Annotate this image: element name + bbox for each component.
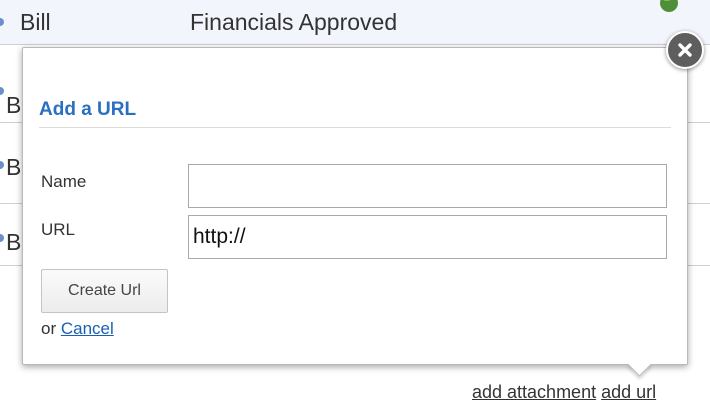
row-marker-icon xyxy=(0,18,4,26)
row-marker-icon xyxy=(0,234,4,242)
create-url-button[interactable]: Create Url xyxy=(41,269,168,313)
row-name-cell: B xyxy=(6,229,22,255)
dialog-title: Add a URL xyxy=(39,99,137,120)
cancel-row: or Cancel xyxy=(41,319,114,339)
cancel-link[interactable]: Cancel xyxy=(61,319,114,338)
name-label: Name xyxy=(41,172,87,191)
add-url-link[interactable]: add url xyxy=(601,382,656,402)
close-icon xyxy=(678,43,692,57)
row-name-cell: B xyxy=(6,92,22,118)
row-name-cell: Bill xyxy=(20,9,51,35)
cancel-prefix: or xyxy=(41,319,57,338)
status-badge-icon xyxy=(660,0,678,12)
close-button[interactable] xyxy=(666,31,704,69)
row-marker-icon xyxy=(0,161,4,169)
name-input[interactable] xyxy=(188,164,667,208)
attachment-links: add attachment add url xyxy=(472,382,656,403)
row-marker-icon xyxy=(0,87,4,95)
table-row[interactable]: Bill Financials Approved xyxy=(0,0,710,45)
dialog-pointer-arrow xyxy=(627,352,652,377)
title-divider xyxy=(39,127,671,128)
url-input[interactable] xyxy=(188,215,667,259)
add-url-dialog: Add a URL Name URL Create Url or Cancel xyxy=(22,47,688,377)
row-name-cell: B xyxy=(6,154,22,180)
row-status-cell: Financials Approved xyxy=(190,9,398,35)
add-attachment-link[interactable]: add attachment xyxy=(472,382,596,402)
url-label: URL xyxy=(41,220,76,239)
